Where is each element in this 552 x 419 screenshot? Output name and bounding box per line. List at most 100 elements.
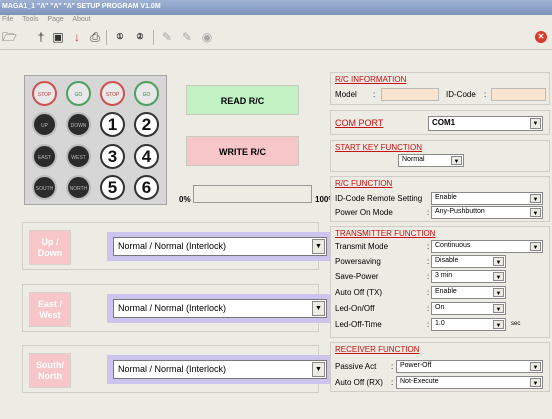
download-icon[interactable]: ↓	[70, 30, 84, 44]
id-code-label: ID-Code	[446, 90, 476, 99]
remote-south-button: SOUTH	[32, 175, 57, 200]
colon: :	[427, 242, 430, 251]
remote-num-button: 1	[100, 112, 125, 137]
auto-off-tx-label: Auto Off (TX)	[335, 288, 382, 297]
up-down-button[interactable]: Up / Down	[29, 230, 71, 265]
menu-about[interactable]: About	[72, 16, 90, 23]
save-power-select[interactable]: 3 min ▼	[431, 270, 506, 283]
com-port-title: COM PORT	[335, 118, 384, 128]
id-code-field[interactable]	[491, 88, 546, 101]
led-on-off-select[interactable]: On ▼	[431, 302, 506, 315]
progress-min-label: 0%	[179, 195, 191, 204]
east-west-panel: East / West Normal / Normal (Interlock) …	[22, 284, 333, 332]
start-key-title: START KEY FUNCTION	[335, 143, 422, 152]
chevron-down-icon[interactable]: ▼	[530, 362, 541, 371]
colon: :	[427, 272, 430, 281]
auto-off-rx-label: Auto Off (RX)	[335, 378, 383, 387]
print-icon[interactable]: ⎙	[88, 30, 102, 44]
pin-icon[interactable]: †	[34, 30, 48, 44]
chevron-down-icon[interactable]: ▼	[530, 242, 541, 251]
chevron-down-icon[interactable]: ▼	[530, 118, 541, 129]
transmit-mode-label: Transmit Mode	[335, 242, 389, 251]
receiver-function-section: RECEIVER FUNCTION Passive Act : Power-Of…	[330, 342, 550, 392]
remote-num-button: 4	[134, 144, 159, 169]
chevron-down-icon[interactable]: ▼	[493, 288, 504, 297]
menu-page[interactable]: Page	[47, 16, 63, 23]
up-down-panel: Up / Down Normal / Normal (Interlock) ▼	[22, 222, 333, 270]
chevron-down-icon[interactable]: ▼	[493, 320, 504, 329]
rc-information-title: R/C INFORMATION	[335, 75, 407, 84]
led-off-time-label: Led-Off-Time	[335, 320, 382, 329]
chevron-down-icon[interactable]: ▼	[493, 272, 504, 281]
south-north-select[interactable]: Normal / Normal (Interlock) ▼	[113, 360, 327, 379]
remote-down-button: DOWN	[66, 112, 91, 137]
powersaving-select[interactable]: Disable ▼	[431, 255, 506, 268]
remote-north-button: NORTH	[66, 175, 91, 200]
close-icon[interactable]: ✕	[535, 31, 547, 43]
menu-tools[interactable]: Tools	[22, 16, 38, 23]
remote-stop-button: STOP	[32, 81, 57, 106]
id-code-remote-setting-select[interactable]: Enable ▼	[431, 192, 543, 205]
chevron-down-icon[interactable]: ▼	[493, 304, 504, 313]
colon: :	[427, 208, 430, 217]
chevron-down-icon[interactable]: ▼	[451, 156, 462, 165]
com-port-value: COM1	[432, 118, 456, 127]
south-north-panel: South/ North Normal / Normal (Interlock)…	[22, 345, 333, 393]
remote-go-button: GO	[134, 81, 159, 106]
pencil-edit-icon[interactable]: ✎	[180, 30, 194, 44]
up-down-select-frame: Normal / Normal (Interlock) ▼	[107, 232, 333, 261]
id-code-remote-setting-value: Enable	[435, 194, 457, 201]
start-key-section: START KEY FUNCTION Normal ▼	[330, 140, 550, 172]
chevron-down-icon[interactable]: ▼	[493, 257, 504, 266]
write-rc-button[interactable]: WRITE R/C	[186, 136, 299, 166]
transmit-mode-select[interactable]: Continuous ▼	[431, 240, 543, 253]
east-west-select-frame: Normal / Normal (Interlock) ▼	[107, 294, 333, 323]
save-icon[interactable]: ▣	[51, 30, 65, 44]
auto-off-tx-select[interactable]: Enable ▼	[431, 286, 506, 299]
menu-bar: File Tools Page About	[0, 15, 552, 26]
zero-two-icon[interactable]: ②	[133, 30, 147, 44]
up-down-select-value: Normal / Normal (Interlock)	[118, 241, 227, 251]
remote-control-image: STOP GO STOP GO UP DOWN 1 2 EAST WEST 3 …	[24, 75, 167, 205]
toolbar-separator	[153, 30, 154, 45]
chevron-down-icon[interactable]: ▼	[530, 378, 541, 387]
south-north-select-value: Normal / Normal (Interlock)	[118, 364, 227, 374]
chevron-down-icon[interactable]: ▼	[312, 239, 325, 254]
east-west-button[interactable]: East / West	[29, 292, 71, 327]
power-on-mode-select[interactable]: Any-Pushbutton ▼	[431, 206, 543, 219]
pencil-icon[interactable]: ✎	[160, 30, 174, 44]
power-on-mode-label: Power On Mode	[335, 208, 393, 217]
remote-up-button: UP	[32, 112, 57, 137]
passive-act-select[interactable]: Power-Off ▼	[396, 360, 543, 373]
remote-num-button: 5	[100, 175, 125, 200]
south-north-button[interactable]: South/ North	[29, 353, 71, 388]
save-power-value: 3 min	[435, 272, 453, 279]
colon: :	[427, 304, 430, 313]
auto-off-rx-value: Not-Execute	[400, 378, 439, 385]
model-field[interactable]	[381, 88, 439, 101]
record-icon[interactable]: ◉	[200, 30, 214, 44]
folder-open-icon[interactable]: 🗁	[2, 30, 17, 44]
south-north-select-frame: Normal / Normal (Interlock) ▼	[107, 355, 333, 384]
remote-west-button: WEST	[66, 144, 91, 169]
rc-information-section: R/C INFORMATION Model : ID-Code :	[330, 72, 550, 105]
zero-one-icon[interactable]: ①	[113, 30, 127, 44]
menu-file[interactable]: File	[2, 16, 13, 23]
east-west-select-value: Normal / Normal (Interlock)	[118, 303, 227, 313]
remote-num-button: 6	[134, 175, 159, 200]
chevron-down-icon[interactable]: ▼	[530, 208, 541, 217]
auto-off-rx-select[interactable]: Not-Execute ▼	[396, 376, 543, 389]
east-west-select[interactable]: Normal / Normal (Interlock) ▼	[113, 299, 327, 318]
chevron-down-icon[interactable]: ▼	[530, 194, 541, 203]
chevron-down-icon[interactable]: ▼	[312, 362, 325, 377]
led-off-time-select[interactable]: 1.0 ▼	[431, 318, 506, 331]
auto-off-tx-value: Enable	[435, 288, 457, 295]
read-rc-button[interactable]: READ R/C	[186, 85, 299, 115]
chevron-down-icon[interactable]: ▼	[312, 301, 325, 316]
com-port-select[interactable]: COM1 ▼	[428, 116, 543, 131]
transmitter-function-title: TRANSMITTER FUNCTION	[335, 229, 436, 238]
start-key-select[interactable]: Normal ▼	[398, 154, 464, 167]
up-down-select[interactable]: Normal / Normal (Interlock) ▼	[113, 237, 327, 256]
colon: :	[427, 320, 430, 329]
rc-function-title: R/C FUNCTION	[335, 179, 393, 188]
